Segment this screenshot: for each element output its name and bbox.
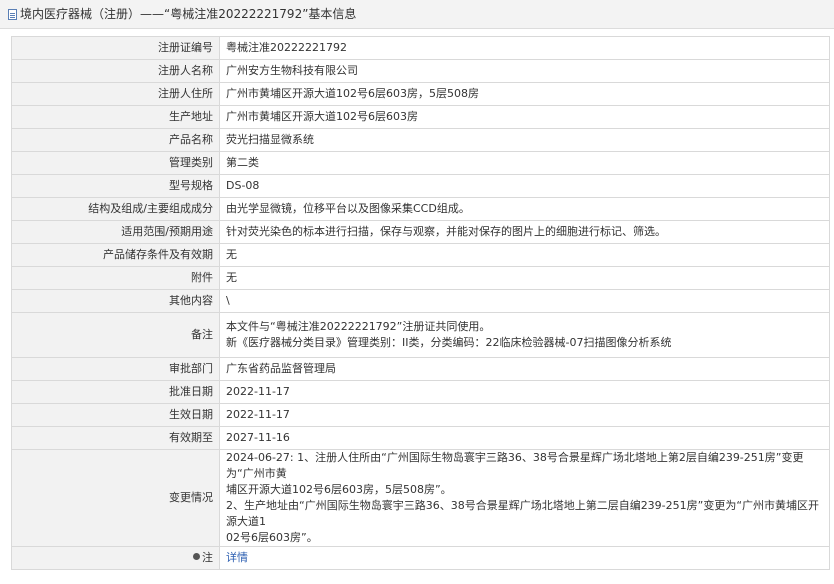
table-row: 附件 无 — [11, 266, 830, 290]
table-row: 产品储存条件及有效期 无 — [11, 243, 830, 267]
row-label: 其他内容 — [11, 289, 220, 313]
row-value: 2024-06-27: 1、注册人住所由“广州国际生物岛寰宇三路36、38号合景… — [219, 449, 830, 547]
table-row: 批准日期 2022-11-17 — [11, 380, 830, 404]
row-label: 备注 — [11, 312, 220, 358]
page-title-bar: 境内医疗器械（注册）——“粤械注准20222221792”基本信息 — [0, 0, 834, 29]
row-value: \ — [219, 289, 830, 313]
row-label: 注册证编号 — [11, 36, 220, 60]
table-row: 审批部门 广东省药品监督管理局 — [11, 357, 830, 381]
table-row: 有效期至 2027-11-16 — [11, 426, 830, 450]
row-label: 管理类别 — [11, 151, 220, 175]
table-row: 注册证编号 粤械注准20222221792 — [11, 36, 830, 60]
row-label: 变更情况 — [11, 449, 220, 547]
change-line: 2、生产地址由“广州国际生物岛寰宇三路36、38号合景星辉广场北塔地上第二层自编… — [226, 499, 820, 528]
row-value: 粤械注准20222221792 — [219, 36, 830, 60]
row-value: 荧光扫描显微系统 — [219, 128, 830, 152]
table-row: 注册人名称 广州安方生物科技有限公司 — [11, 59, 830, 83]
row-value: 本文件与“粤械注准20222221792”注册证共同使用。 新《医疗器械分类目录… — [219, 312, 830, 358]
change-line: 2024-06-27: 1、注册人住所由“广州国际生物岛寰宇三路36、38号合景… — [226, 451, 804, 480]
table-row: 型号规格 DS-08 — [11, 174, 830, 198]
table-row: 生效日期 2022-11-17 — [11, 403, 830, 427]
remark-line: 新《医疗器械分类目录》管理类别：II类，分类编码：22临床检验器械-07扫描图像… — [226, 336, 672, 349]
row-label: 产品名称 — [11, 128, 220, 152]
row-value: 广州安方生物科技有限公司 — [219, 59, 830, 83]
row-label: 附件 — [11, 266, 220, 290]
row-value: 针对荧光染色的标本进行扫描，保存与观察，并能对保存的图片上的细胞进行标记、筛选。 — [219, 220, 830, 244]
table-row: 变更情况 2024-06-27: 1、注册人住所由“广州国际生物岛寰宇三路36、… — [11, 449, 830, 547]
note-icon — [193, 553, 200, 560]
document-icon — [8, 8, 17, 20]
row-value: 详情 — [219, 546, 830, 570]
page-title: 境内医疗器械（注册）——“粤械注准20222221792”基本信息 — [20, 7, 357, 21]
row-label: 产品储存条件及有效期 — [11, 243, 220, 267]
table-row: 注册人住所 广州市黄埔区开源大道102号6层603房，5层508房 — [11, 82, 830, 106]
detail-table: 注册证编号 粤械注准20222221792 注册人名称 广州安方生物科技有限公司… — [11, 36, 830, 570]
table-row: 适用范围/预期用途 针对荧光染色的标本进行扫描，保存与观察，并能对保存的图片上的… — [11, 220, 830, 244]
row-label: 结构及组成/主要组成成分 — [11, 197, 220, 221]
row-label: 注 — [11, 546, 220, 570]
row-label: 注册人住所 — [11, 82, 220, 106]
row-label: 生产地址 — [11, 105, 220, 129]
remark-line: 本文件与“粤械注准20222221792”注册证共同使用。 — [226, 320, 491, 333]
row-label: 注册人名称 — [11, 59, 220, 83]
row-label: 批准日期 — [11, 380, 220, 404]
table-row: 其他内容 \ — [11, 289, 830, 313]
row-label: 型号规格 — [11, 174, 220, 198]
row-label: 有效期至 — [11, 426, 220, 450]
row-value: DS-08 — [219, 174, 830, 198]
row-value: 广州市黄埔区开源大道102号6层603房 — [219, 105, 830, 129]
row-value: 第二类 — [219, 151, 830, 175]
row-value: 2027-11-16 — [219, 426, 830, 450]
row-value: 2022-11-17 — [219, 403, 830, 427]
change-line: 埔区开源大道102号6层603房，5层508房”。 — [226, 483, 452, 496]
note-label: 注 — [202, 551, 213, 564]
row-label: 审批部门 — [11, 357, 220, 381]
change-line: 02号6层603房”。 — [226, 531, 318, 544]
table-row: 备注 本文件与“粤械注准20222221792”注册证共同使用。 新《医疗器械分… — [11, 312, 830, 358]
row-label: 生效日期 — [11, 403, 220, 427]
row-value: 无 — [219, 266, 830, 290]
row-value: 无 — [219, 243, 830, 267]
row-value: 广东省药品监督管理局 — [219, 357, 830, 381]
row-label: 适用范围/预期用途 — [11, 220, 220, 244]
row-value: 广州市黄埔区开源大道102号6层603房，5层508房 — [219, 82, 830, 106]
table-row: 产品名称 荧光扫描显微系统 — [11, 128, 830, 152]
row-value: 由光学显微镜，位移平台以及图像采集CCD组成。 — [219, 197, 830, 221]
details-link[interactable]: 详情 — [226, 551, 248, 564]
table-row: 生产地址 广州市黄埔区开源大道102号6层603房 — [11, 105, 830, 129]
table-row: 注 详情 — [11, 546, 830, 570]
table-row: 结构及组成/主要组成成分 由光学显微镜，位移平台以及图像采集CCD组成。 — [11, 197, 830, 221]
row-value: 2022-11-17 — [219, 380, 830, 404]
table-row: 管理类别 第二类 — [11, 151, 830, 175]
